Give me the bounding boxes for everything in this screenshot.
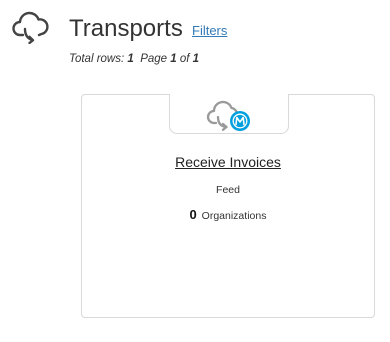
card-icon-tab [169, 94, 289, 134]
total-rows-value: 1 [127, 53, 134, 65]
organizations-label: Organizations [201, 210, 267, 222]
pagination-summary: Total rows: 1 Page 1 of 1 [69, 52, 199, 66]
total-rows-label: Total rows: [69, 53, 125, 65]
cloud-sync-icon [12, 11, 49, 44]
filters-link[interactable]: Filters [192, 23, 227, 39]
page-total-value: 1 [192, 53, 200, 65]
page-title: Transports [69, 15, 183, 42]
card-type-label: Feed [216, 184, 240, 196]
organizations-count: 0 [189, 207, 197, 222]
card-organizations: 0 Organizations [82, 207, 374, 224]
transport-card[interactable]: Receive Invoices Feed 0 Organizations [81, 94, 375, 318]
of-label: of [179, 53, 190, 65]
page-current-value: 1 [170, 53, 177, 65]
page-label: Page [140, 53, 168, 65]
cloud-mulesoft-icon [206, 100, 250, 131]
card-title-link[interactable]: Receive Invoices [82, 153, 374, 171]
